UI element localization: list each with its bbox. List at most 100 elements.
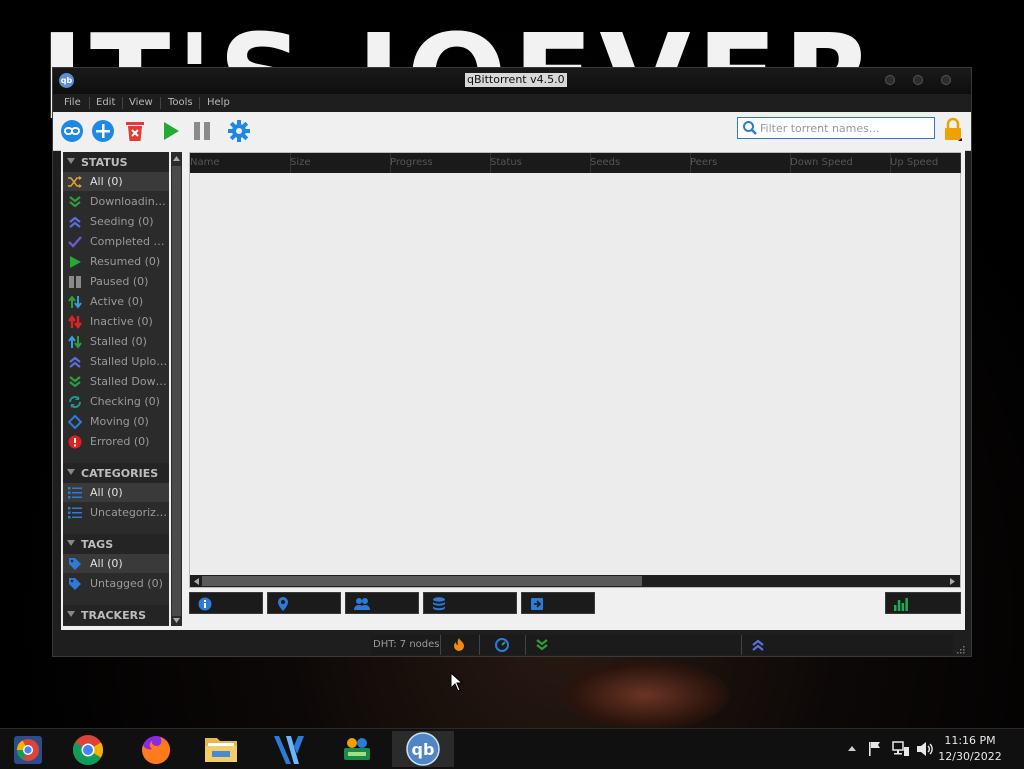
title-bar[interactable]: qb qBittorrent v4.5.0 [53, 68, 971, 94]
scroll-right-icon[interactable] [950, 578, 956, 585]
horizontal-scrollbar-thumb[interactable] [202, 576, 642, 586]
sidebar-scrollbar[interactable] [171, 152, 182, 626]
peers-tab[interactable] [345, 592, 419, 614]
add-torrent-file-icon[interactable] [91, 119, 115, 143]
menu-separator [122, 97, 123, 109]
status-item-label: Stalled Uploading (0) [90, 355, 168, 368]
flag-icon[interactable] [868, 741, 882, 757]
scroll-up-icon[interactable] [173, 155, 180, 161]
close-button[interactable] [941, 75, 951, 85]
column-header-status[interactable]: Status [490, 153, 591, 173]
status-item-paused[interactable]: Paused (0) [63, 272, 169, 291]
column-header-down-speed[interactable]: Down Speed [790, 153, 891, 173]
torrent-list[interactable]: Name Size Progress Status Seeds Peers Do… [189, 152, 961, 588]
status-item-seeding[interactable]: Seeding (0) [63, 212, 169, 231]
maximize-button[interactable] [913, 75, 923, 85]
status-item-all[interactable]: All (0) [63, 172, 169, 191]
status-item-stalled-downloading[interactable]: Stalled Downloading (0) [63, 372, 169, 391]
menu-file[interactable]: File [64, 97, 81, 108]
tag-item-all[interactable]: All (0) [63, 554, 169, 573]
collapse-arrow-icon [67, 469, 75, 475]
taskbar-app-network[interactable] [328, 731, 384, 767]
trackers-tab[interactable] [267, 592, 341, 614]
category-item-all[interactable]: All (0) [63, 483, 169, 502]
collapse-arrow-icon [67, 611, 75, 617]
content-tab[interactable] [521, 592, 595, 614]
firewall-status[interactable] [441, 635, 480, 655]
speed-tab[interactable] [885, 592, 961, 614]
status-item-label: Resumed (0) [90, 255, 161, 268]
options-gear-icon[interactable] [227, 119, 251, 143]
sidebar-scrollbar-thumb[interactable] [172, 166, 181, 616]
network-icon[interactable] [892, 741, 910, 757]
status-item-errored[interactable]: Errored (0) [63, 432, 169, 451]
torrent-list-horizontal-scrollbar[interactable] [190, 575, 960, 587]
resume-icon[interactable] [159, 119, 183, 143]
status-item-label: Paused (0) [90, 275, 149, 288]
status-item-inactive[interactable]: Inactive (0) [63, 312, 169, 331]
status-item-moving[interactable]: Moving (0) [63, 412, 169, 431]
status-item-downloading[interactable]: Downloading (0) [63, 192, 169, 211]
status-bar: DHT: 7 nodes [371, 635, 953, 655]
pause-icon[interactable] [190, 119, 214, 143]
speed-limit-toggle[interactable] [479, 635, 526, 655]
window-title: qBittorrent v4.5.0 [465, 73, 567, 87]
menu-view[interactable]: View [129, 97, 153, 108]
pause-icon [69, 276, 81, 288]
minimize-button[interactable] [885, 75, 895, 85]
download-chevrons-icon [69, 196, 81, 208]
http-sources-tab[interactable] [423, 592, 517, 614]
torrent-list-header: Name Size Progress Status Seeds Peers Do… [190, 153, 961, 173]
column-header-peers[interactable]: Peers [690, 153, 791, 173]
menu-edit[interactable]: Edit [96, 97, 115, 108]
resize-grip-icon[interactable] [955, 644, 965, 654]
svg-text:qb: qb [412, 740, 435, 759]
status-item-active[interactable]: Active (0) [63, 292, 169, 311]
tags-section-header[interactable]: TAGS [63, 534, 169, 554]
show-hidden-icon[interactable] [848, 745, 856, 751]
menu-tools[interactable]: Tools [168, 97, 193, 108]
categories-section-header[interactable]: CATEGORIES [63, 463, 169, 483]
list-icon [68, 507, 82, 519]
search-input[interactable] [760, 120, 930, 136]
status-item-resumed[interactable]: Resumed (0) [63, 252, 169, 271]
status-section-header[interactable]: STATUS [63, 152, 169, 172]
status-item-checking[interactable]: Checking (0) [63, 392, 169, 411]
main-content: STATUS All (0) Downloading (0) Seeding (… [61, 150, 965, 630]
tag-icon [69, 558, 81, 570]
column-header-size[interactable]: Size [290, 153, 391, 173]
column-header-name[interactable]: Name [190, 153, 291, 173]
taskbar-app-chrome[interactable] [60, 731, 116, 767]
taskbar-app-qbittorrent[interactable]: qb [392, 731, 454, 767]
scroll-left-icon[interactable] [193, 578, 199, 585]
column-header-progress[interactable]: Progress [390, 153, 491, 173]
column-header-seeds[interactable]: Seeds [590, 153, 691, 173]
taskbar-app-files[interactable] [192, 731, 248, 767]
taskbar-app-chromium[interactable] [0, 731, 56, 767]
trackers-section-header[interactable]: TRACKERS [63, 605, 169, 625]
menu-separator [199, 97, 200, 109]
category-item-uncategorized[interactable]: Uncategorized (0) [63, 503, 169, 522]
qbittorrent-icon: qb [406, 732, 440, 766]
taskbar-app-firefox[interactable] [128, 731, 184, 767]
categories-header-label: CATEGORIES [81, 467, 159, 480]
status-item-label: Moving (0) [90, 415, 149, 428]
scroll-down-icon[interactable] [173, 618, 180, 624]
taskbar-clock[interactable]: 11:16 PM 12/30/2022 [920, 733, 1020, 765]
status-item-completed[interactable]: Completed (0) [63, 232, 169, 251]
column-header-up-speed[interactable]: Up Speed [890, 153, 961, 173]
download-speed-status[interactable] [525, 635, 742, 655]
firefox-icon [142, 735, 171, 764]
list-icon [68, 487, 82, 499]
status-item-stalled-uploading[interactable]: Stalled Uploading (0) [63, 352, 169, 371]
general-tab[interactable] [189, 592, 263, 614]
taskbar-app-video-editor[interactable] [260, 731, 316, 767]
upload-speed-status[interactable] [741, 635, 953, 655]
status-item-stalled[interactable]: Stalled (0) [63, 332, 169, 351]
menu-help[interactable]: Help [207, 97, 230, 108]
lock-icon[interactable] [942, 117, 964, 143]
delete-torrent-icon[interactable] [123, 119, 147, 143]
tag-item-untagged[interactable]: Untagged (0) [63, 574, 169, 593]
add-torrent-link-icon[interactable] [60, 119, 84, 143]
menu-separator [160, 97, 161, 109]
